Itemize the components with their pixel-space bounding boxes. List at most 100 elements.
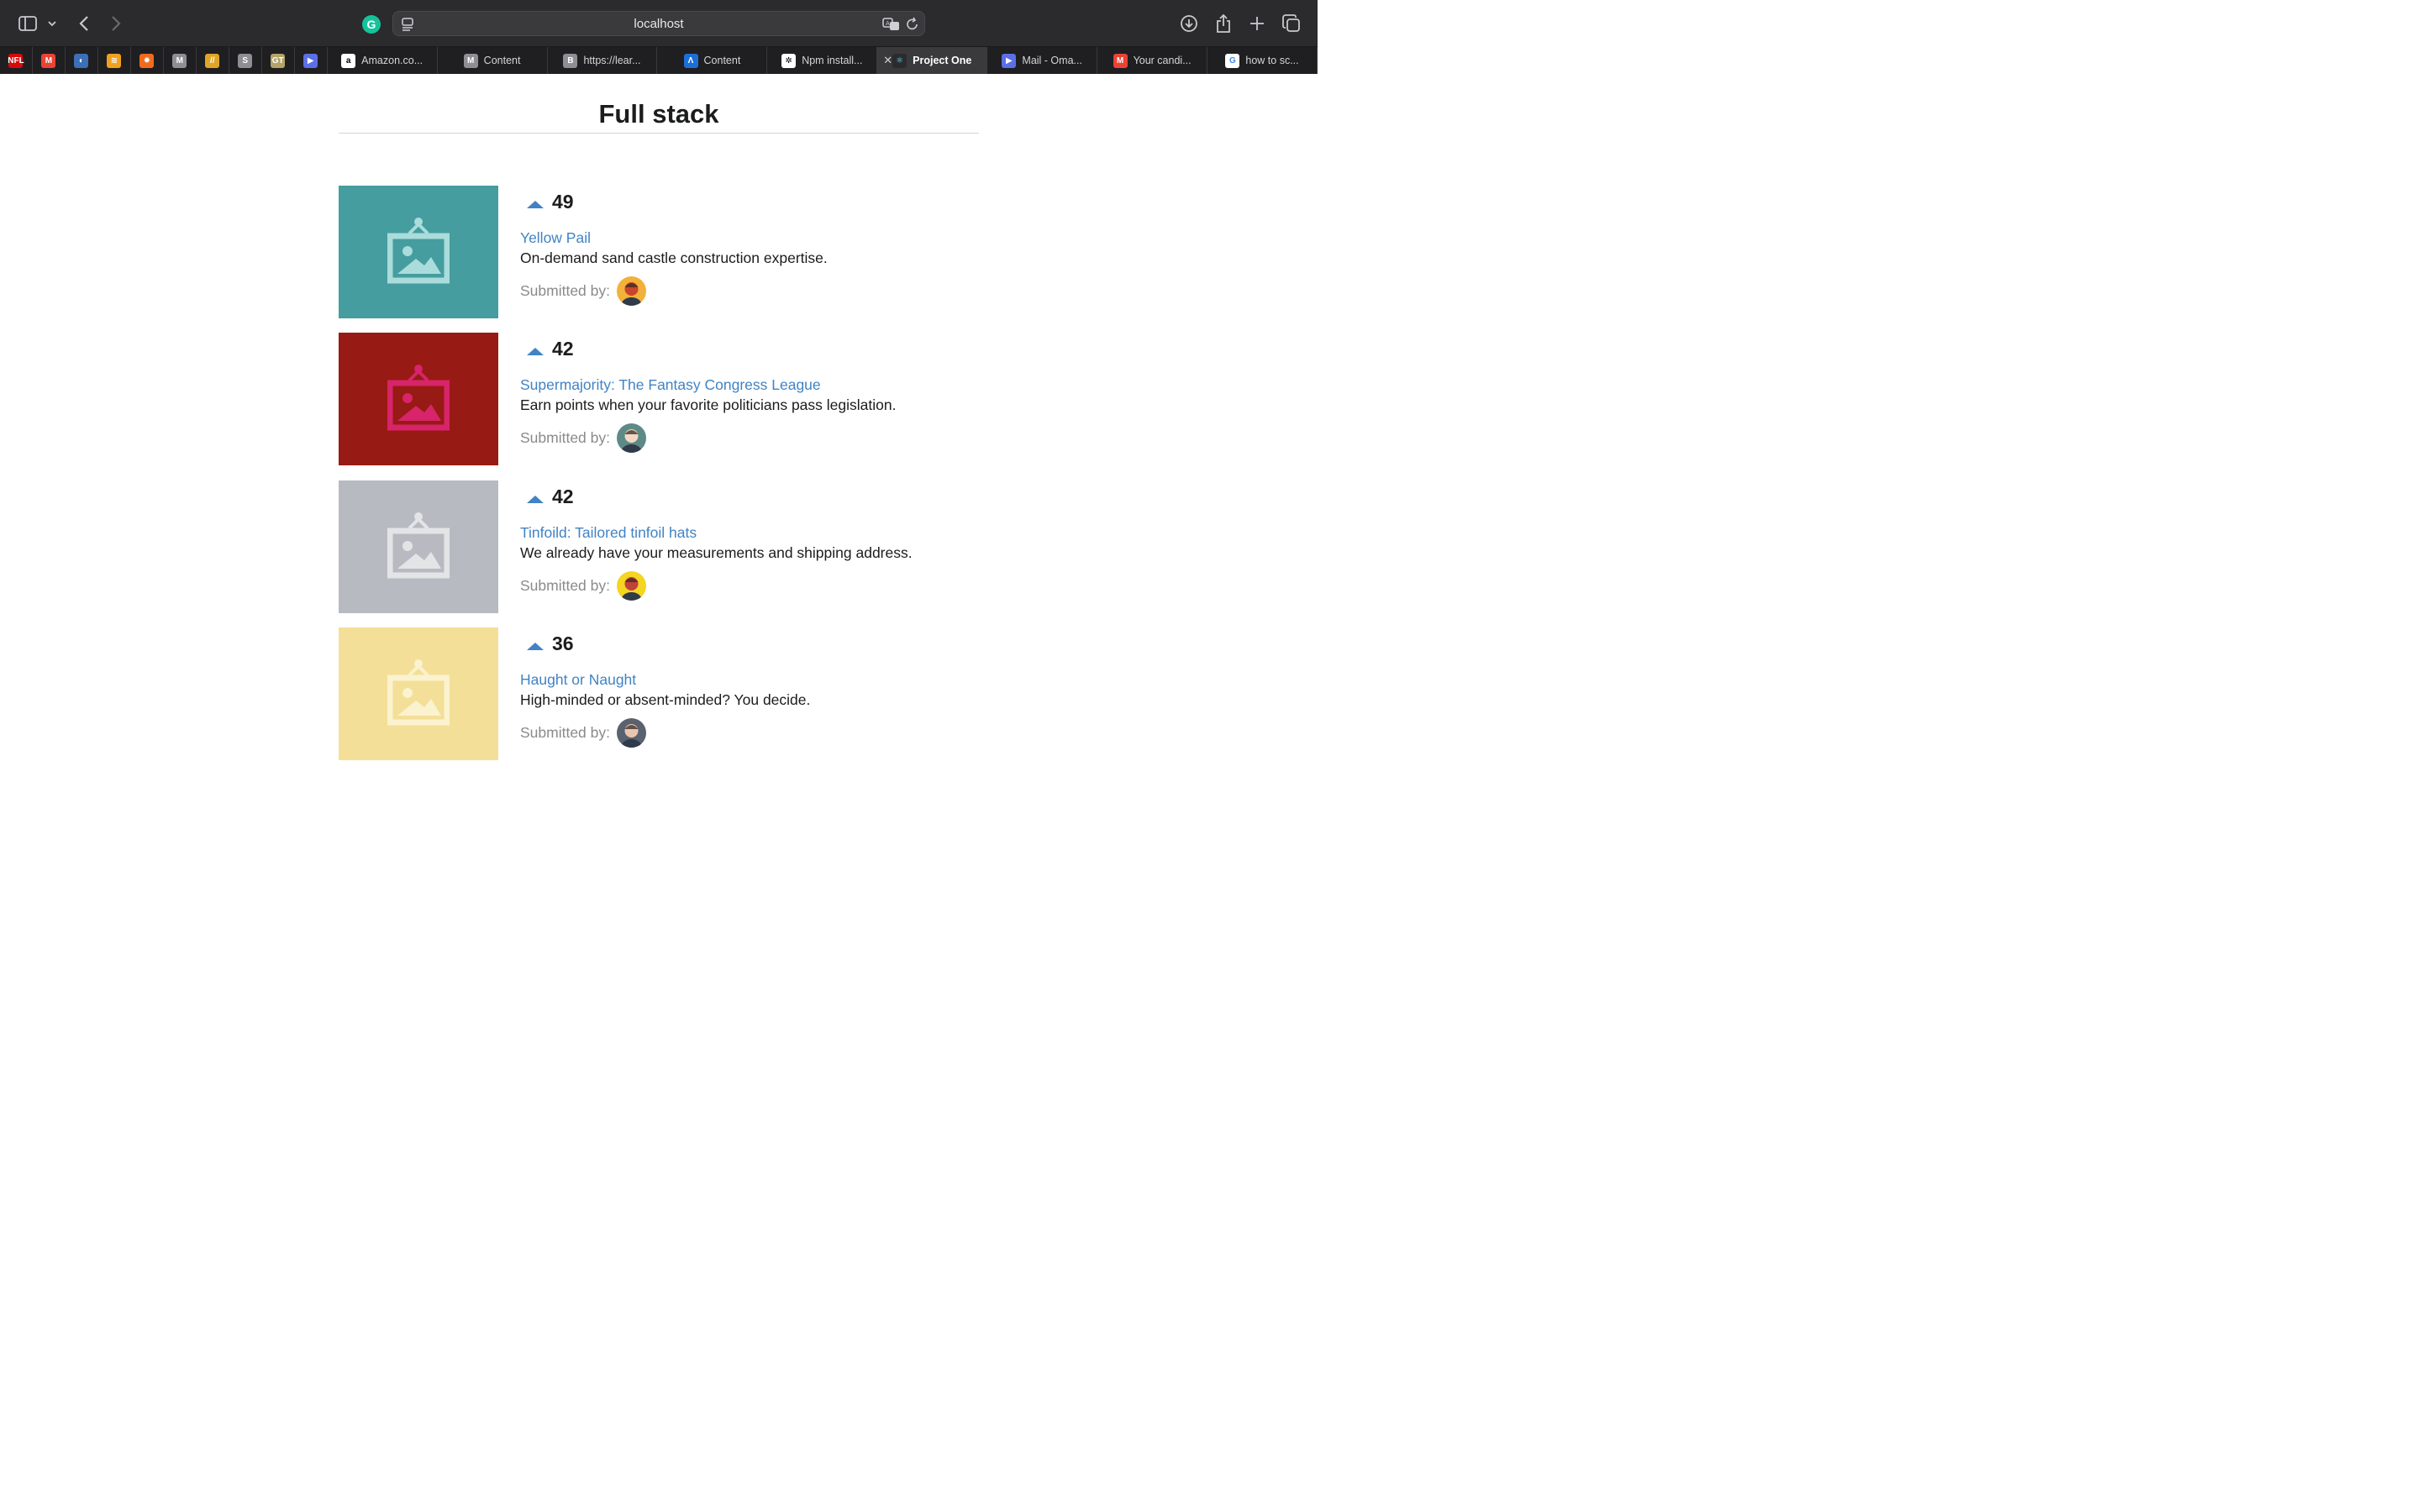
avatar	[617, 571, 646, 601]
page-content: Full stack 49 Yellow Pail On-demand sand c…	[0, 74, 1318, 823]
nfl-icon: NFL	[8, 53, 24, 68]
submitted-by-label: Submitted by:	[520, 577, 610, 594]
tab-label: Project One	[913, 55, 972, 66]
svg-text:A: A	[886, 20, 890, 27]
tab[interactable]: M Content	[438, 47, 548, 74]
pinned-tab[interactable]: GT	[262, 47, 295, 74]
pinned-tab[interactable]: ≋	[98, 47, 131, 74]
product-description: On-demand sand castle construction exper…	[520, 249, 828, 266]
product-title-link[interactable]: Haught or Naught	[520, 671, 636, 689]
submitted-by-label: Submitted by:	[520, 724, 610, 741]
vote-count: 42	[552, 486, 574, 507]
image-icon	[387, 217, 450, 288]
new-tab-icon[interactable]	[1245, 12, 1269, 35]
gt-icon: GT	[271, 53, 286, 68]
tab[interactable]: Λ Content	[657, 47, 768, 74]
submitted-by: Submitted by:	[520, 571, 646, 601]
product-image-placeholder	[339, 186, 498, 318]
page-title: Full stack	[598, 99, 719, 129]
share-icon[interactable]	[1212, 12, 1235, 35]
product-image-placeholder	[339, 333, 498, 465]
tab-active[interactable]: ✕ ⚛ Project One	[877, 47, 988, 74]
pinned-tab[interactable]: S	[229, 47, 262, 74]
b-icon: B	[563, 53, 578, 68]
vote-area: 42	[527, 486, 574, 508]
tab[interactable]: Bhttps://lear...	[548, 47, 658, 74]
image-icon	[387, 659, 450, 730]
avatar	[617, 423, 646, 453]
vote-count: 36	[552, 633, 574, 654]
pinned-tab[interactable]: NFL	[0, 47, 33, 74]
tab-label: Content	[703, 55, 741, 66]
submitted-by-label: Submitted by:	[520, 282, 610, 299]
image-icon	[387, 512, 450, 583]
tab[interactable]: ✲ Npm install...	[767, 47, 878, 74]
downloads-icon[interactable]	[1177, 12, 1201, 35]
sidebar-toggle-icon[interactable]	[16, 12, 39, 35]
vote-count: 42	[552, 338, 574, 360]
stripes-icon: //	[205, 53, 220, 68]
sun-icon: ✹	[139, 53, 155, 68]
address-bar[interactable]: localhost A	[392, 11, 925, 36]
tab[interactable]: Ghow to sc...	[1207, 47, 1318, 74]
tab-label: Npm install...	[802, 55, 863, 66]
pinned-tab[interactable]: M	[164, 47, 197, 74]
play-icon: ▶	[303, 53, 318, 68]
submitted-by-label: Submitted by:	[520, 429, 610, 446]
submitted-by: Submitted by:	[520, 423, 646, 453]
tab-label: Content	[483, 55, 521, 66]
tab[interactable]: a Amazon.co...	[328, 47, 438, 74]
pinned-tab[interactable]: ✹	[131, 47, 164, 74]
tab-label: Mail - Oma...	[1022, 55, 1082, 66]
tab-label: Amazon.co...	[361, 55, 424, 66]
translate-icon[interactable]: A	[882, 17, 901, 36]
image-icon	[387, 364, 450, 435]
gmail-icon: M	[1113, 53, 1128, 68]
submitted-by: Submitted by:	[520, 718, 646, 748]
product-title-link[interactable]: Yellow Pail	[520, 229, 591, 247]
url-text[interactable]: localhost	[393, 17, 924, 31]
product-title-link[interactable]: Supermajority: The Fantasy Congress Leag…	[520, 376, 821, 394]
pinned-tab[interactable]: //	[197, 47, 229, 74]
product-item: 42 Supermajority: The Fantasy Congress Le…	[339, 333, 979, 465]
upvote-caret-icon[interactable]	[527, 197, 544, 208]
pinned-tab[interactable]: M	[33, 47, 66, 74]
lambda-icon: Λ	[683, 53, 698, 68]
tab-label: https://lear...	[583, 55, 641, 66]
grammarly-icon[interactable]: G	[362, 15, 381, 34]
react-icon: ⚛	[892, 53, 908, 68]
product-description: Earn points when your favorite politicia…	[520, 396, 897, 413]
close-tab-icon[interactable]: ✕	[883, 54, 892, 67]
tab[interactable]: M Your candi...	[1097, 47, 1208, 74]
m-icon: M	[172, 53, 187, 68]
submitted-by: Submitted by:	[520, 276, 646, 306]
forward-icon[interactable]	[104, 12, 128, 35]
avatar	[617, 276, 646, 306]
openai-icon: ✲	[781, 53, 797, 68]
back-icon[interactable]	[72, 12, 96, 35]
title-divider	[339, 133, 979, 134]
product-description: We already have your measurements and sh…	[520, 544, 913, 561]
product-item: 36 Haught or Naught High-minded or absent-…	[339, 627, 979, 760]
amazon-icon: a	[341, 53, 356, 68]
pinned-tab[interactable]: ◐	[66, 47, 98, 74]
product-title-link[interactable]: Tinfoild: Tailored tinfoil hats	[520, 524, 697, 542]
pinned-tab[interactable]: ▶	[295, 47, 328, 74]
tab-label: Your candi...	[1133, 55, 1192, 66]
tab-bar: NFL M ◐ ≋ ✹ M // S GT ▶ a Amazon.co... M Content Bhttp…	[0, 47, 1318, 74]
reload-icon[interactable]	[906, 17, 919, 36]
app-icon: ◐	[74, 53, 89, 68]
upvote-caret-icon[interactable]	[527, 344, 544, 355]
tab-groups-chevron-icon[interactable]	[42, 12, 62, 35]
avatar	[617, 718, 646, 748]
product-description: High-minded or absent-minded? You decide…	[520, 691, 811, 708]
m-icon: M	[463, 53, 478, 68]
tab-overview-icon[interactable]	[1280, 12, 1303, 35]
google-icon: G	[1225, 53, 1240, 68]
upvote-caret-icon[interactable]	[527, 491, 544, 503]
product-image-placeholder	[339, 480, 498, 613]
tab[interactable]: ▶ Mail - Oma...	[987, 47, 1098, 74]
upvote-caret-icon[interactable]	[527, 638, 544, 650]
product-item: 42 Tinfoild: Tailored tinfoil hats We alre…	[339, 480, 979, 613]
s-icon: S	[238, 53, 253, 68]
